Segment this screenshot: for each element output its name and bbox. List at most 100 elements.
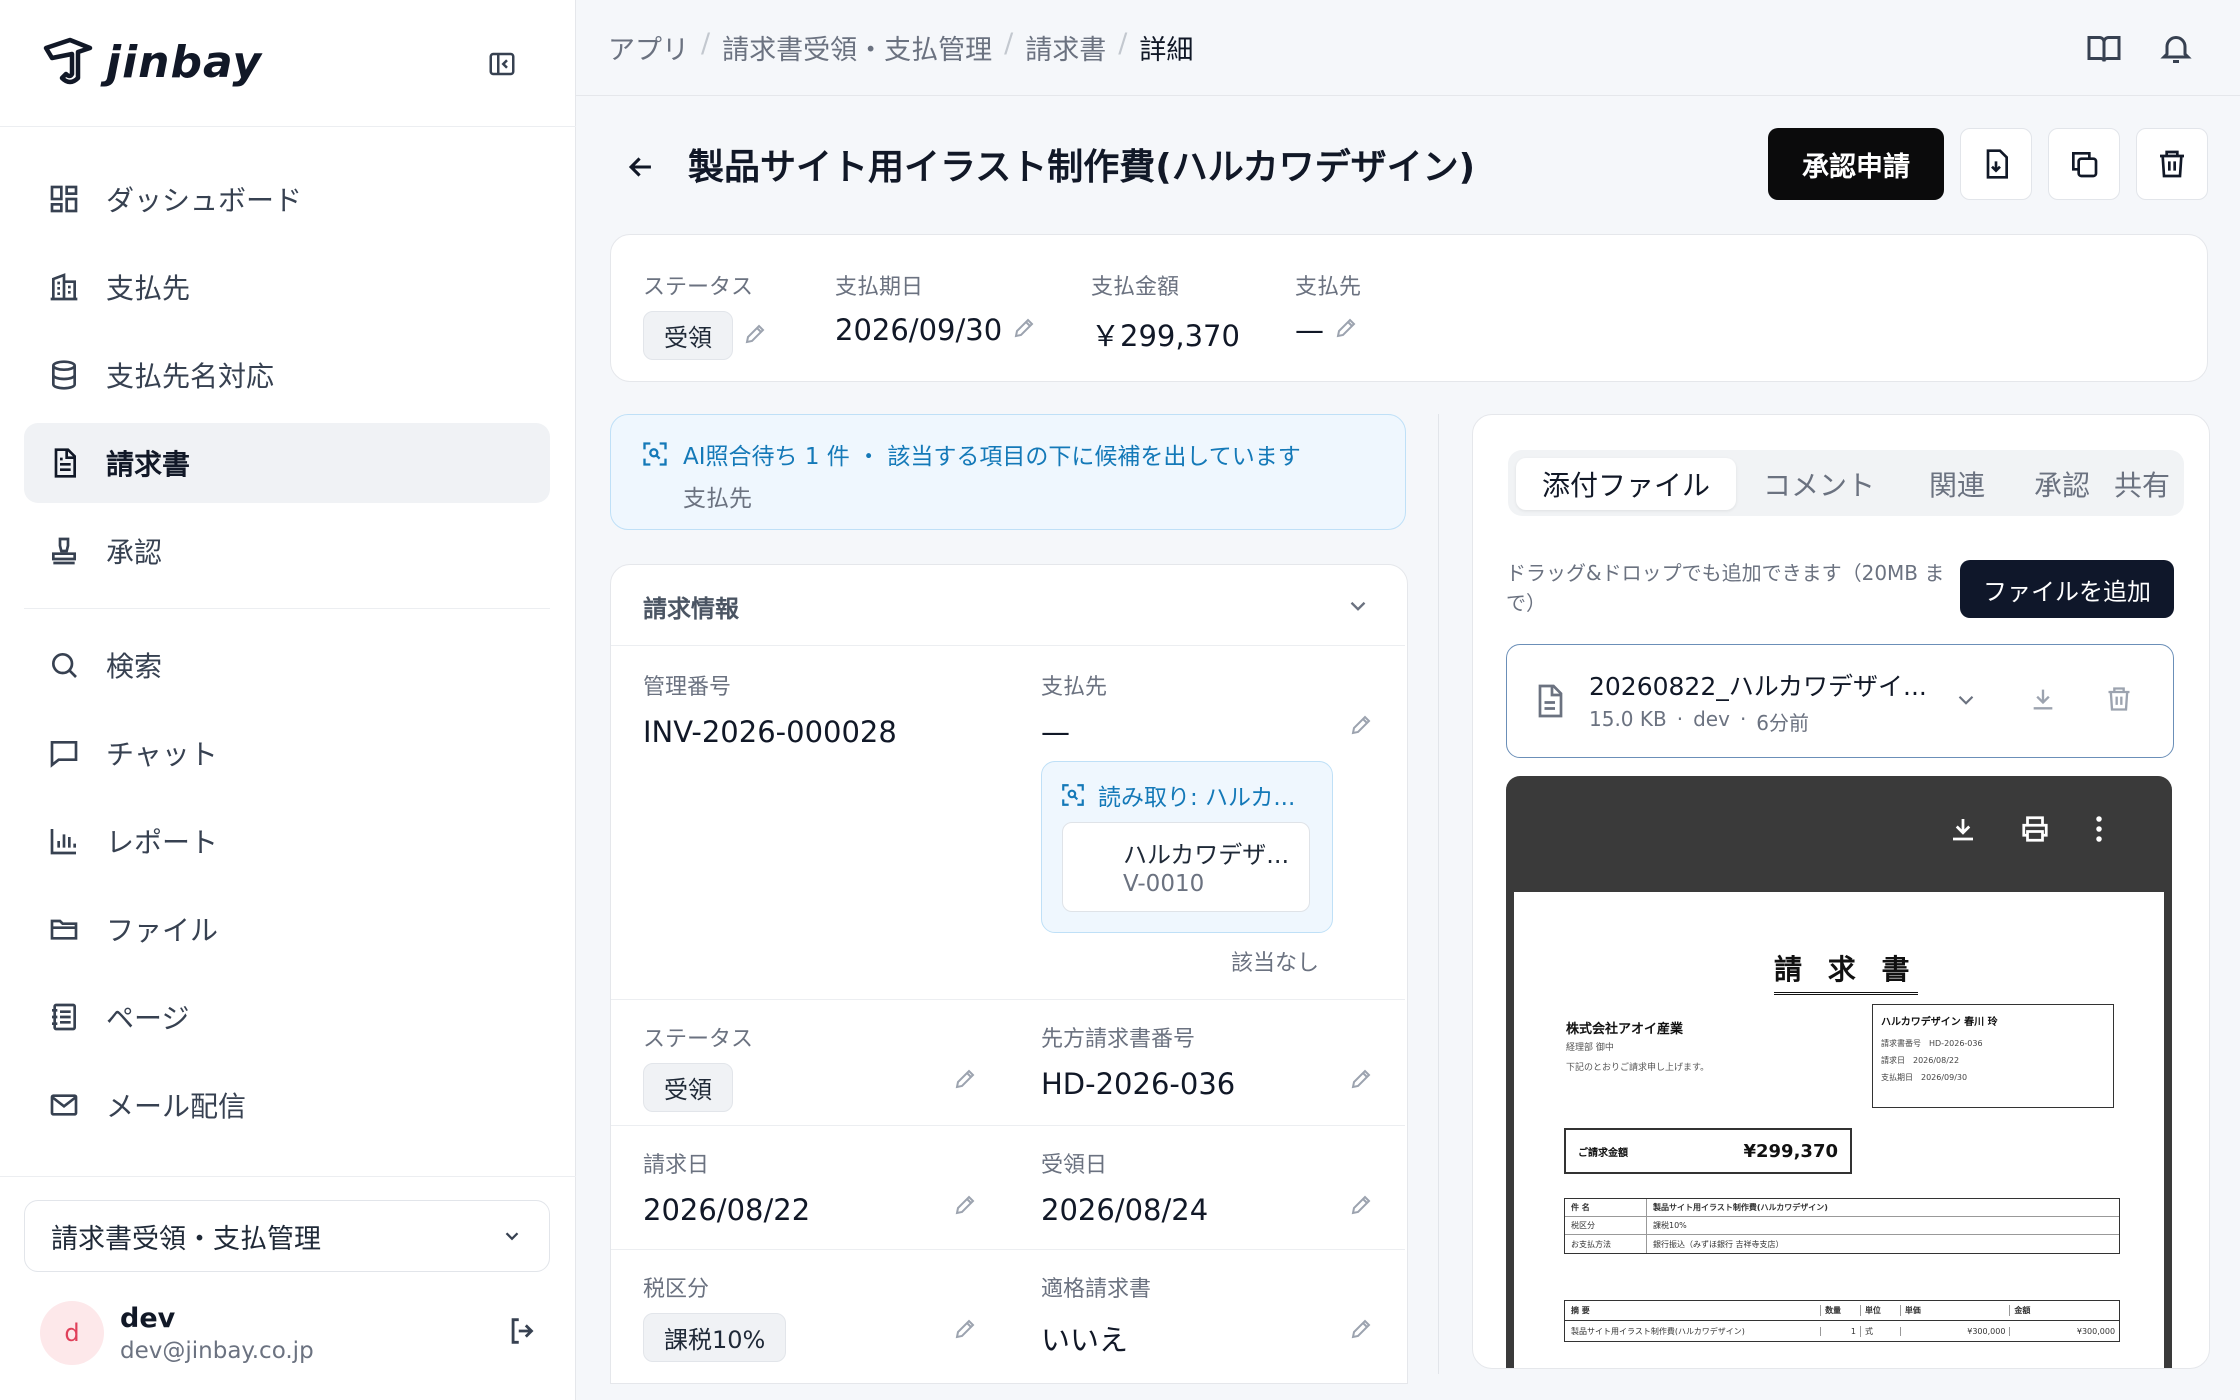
edit-tax-button[interactable]: [953, 1317, 977, 1345]
page-title: 製品サイト用イラスト制作費(ハルカワデザイン): [688, 147, 1476, 188]
pdf-more-button[interactable]: [2092, 814, 2106, 848]
invoice-date-value: 2026/08/22: [643, 1193, 811, 1227]
workspace-select[interactable]: 請求書受領・支払管理: [24, 1200, 550, 1272]
brand-name: jinbay: [106, 36, 263, 88]
candidate-option[interactable]: ハルカワデザ... V-0010: [1062, 822, 1310, 912]
back-button[interactable]: [624, 150, 658, 188]
edit-invoice-date-button[interactable]: [953, 1193, 977, 1221]
bell-icon: [2160, 36, 2192, 63]
tab-comments[interactable]: コメント: [1744, 458, 1894, 510]
tab-related[interactable]: 関連: [1902, 458, 2012, 510]
topbar: アプリ / 請求書受領・支払管理 / 請求書 / 詳細: [576, 0, 2240, 96]
breadcrumb-item-workspace[interactable]: 請求書受領・支払管理: [722, 28, 992, 67]
download-file-button[interactable]: [2029, 685, 2057, 717]
candidate-name: ハルカワデザ...: [1123, 841, 1290, 869]
edit-vendor-invoice-no-button[interactable]: [1349, 1067, 1373, 1095]
pdf-doc-title: 請 求 書: [1774, 948, 1918, 995]
submit-approval-button[interactable]: 承認申請: [1768, 128, 1944, 200]
edit-received-date-button[interactable]: [1349, 1193, 1373, 1221]
divider: [611, 1249, 1405, 1250]
edit-payee-button[interactable]: [1334, 316, 1358, 344]
sidebar-item-files[interactable]: ファイル: [24, 889, 550, 969]
sidebar-item-invoices[interactable]: 請求書: [24, 423, 550, 503]
ai-banner-field[interactable]: 支払先: [683, 479, 752, 513]
tab-attachments[interactable]: 添付ファイル: [1516, 458, 1736, 510]
collapse-section-button[interactable]: [1345, 593, 1371, 623]
breadcrumb-item-apps[interactable]: アプリ: [608, 28, 689, 67]
pencil-icon: [1351, 1195, 1371, 1215]
status-label: ステータス: [643, 1027, 754, 1052]
summary-card: ステータス 受領 支払期日 2026/09/30 支払金額 ￥299,370 支…: [610, 234, 2208, 382]
logo[interactable]: jinbay: [40, 30, 520, 94]
user-profile: d dev dev@jinbay.co.jp: [40, 1298, 550, 1368]
breadcrumb-item-invoices[interactable]: 請求書: [1025, 28, 1106, 67]
pdf-meta: 請求書番号 HD-2026-036 請求日 2026/08/22 支払期日 20…: [1881, 1039, 1983, 1082]
more-vertical-icon: [2096, 816, 2102, 842]
status-badge: 受領: [643, 1063, 733, 1112]
edit-payee-field-button[interactable]: [1349, 713, 1373, 741]
notifications-button[interactable]: [2158, 30, 2194, 66]
pdf-page: 請 求 書 株式会社アオイ産業 経理部 御中 下記のとおりご請求申し上げます。 …: [1514, 892, 2164, 1368]
sidebar-divider: [24, 608, 550, 609]
sidebar-item-reports[interactable]: レポート: [24, 801, 550, 881]
payee-field-value: —: [1041, 715, 1070, 749]
delete-button[interactable]: [2136, 128, 2208, 200]
file-icon: [1538, 684, 1563, 718]
pdf-from-company: ハルカワデザイン 春川 玲: [1881, 1017, 1998, 1028]
vendor-invoice-no-value: HD-2026-036: [1041, 1067, 1236, 1101]
sidebar-item-payees[interactable]: 支払先: [24, 247, 550, 327]
attachment-tabs: 添付ファイル コメント 関連 承認 共有: [1508, 450, 2184, 516]
invoice-info-card: 請求情報 管理番号 INV-2026-000028 支払先 — 読み取り: ハル…: [610, 564, 1408, 1384]
attachment-item[interactable]: 20260822_ハルカワデザイ... 15.0 KB · dev · 6分前: [1506, 644, 2174, 758]
delete-file-button[interactable]: [2105, 685, 2133, 717]
chevron-down-icon: [505, 1232, 519, 1241]
divider: [611, 645, 1405, 646]
no-match-button[interactable]: 該当なし: [1231, 945, 1319, 977]
collapse-sidebar-button[interactable]: [484, 46, 520, 82]
tab-approvals[interactable]: 承認: [2012, 458, 2112, 510]
pencil-icon: [1014, 318, 1034, 338]
sidebar-item-mail[interactable]: メール配信: [24, 1065, 550, 1145]
duplicate-button[interactable]: [2048, 128, 2120, 200]
expand-file-button[interactable]: [1953, 687, 1979, 717]
file-name: 20260822_ハルカワデザイ...: [1589, 672, 1927, 701]
ocr-label: 読み取り: ハルカ...: [1098, 785, 1296, 811]
add-file-button[interactable]: ファイルを追加: [1960, 560, 2174, 618]
sidebar-item-label: ダッシュボード: [106, 184, 303, 217]
scan-search-icon: [643, 442, 667, 466]
pencil-icon: [955, 1319, 975, 1339]
edit-due-date-button[interactable]: [1012, 316, 1036, 344]
edit-status-field-button[interactable]: [953, 1067, 977, 1095]
pdf-info-table: 件 名製品サイト用イラスト制作費(ハルカワデザイン) 税区分 課税10% お支払方…: [1564, 1198, 2120, 1254]
sidebar-item-label: チャット: [106, 738, 218, 771]
sidebar-collapse-icon: [489, 52, 515, 76]
sidebar-item-approvals[interactable]: 承認: [24, 511, 550, 591]
pdf-print-button[interactable]: [2018, 814, 2052, 848]
edit-status-button[interactable]: [743, 322, 767, 350]
pdf-total-value: ¥299,370: [1743, 1140, 1838, 1162]
chevron-down-icon: [1958, 695, 1974, 705]
mail-icon: [50, 1094, 78, 1116]
sidebar-item-pages[interactable]: ページ: [24, 977, 550, 1057]
sidebar-item-dashboard[interactable]: ダッシュボード: [24, 159, 550, 239]
tax-badge: 課税10%: [643, 1313, 787, 1362]
vendor-invoice-no-label: 先方請求書番号: [1041, 1027, 1196, 1052]
docs-button[interactable]: [2086, 30, 2122, 66]
book-icon: [2087, 36, 2121, 62]
sidebar-item-search[interactable]: 検索: [24, 625, 550, 705]
avatar[interactable]: d: [40, 1301, 104, 1365]
sidebar-item-label: 請求書: [106, 448, 191, 481]
sidebar-divider: [0, 1176, 576, 1177]
edit-qualified-invoice-button[interactable]: [1349, 1317, 1373, 1345]
summary-status-label: ステータス: [643, 275, 754, 300]
download-button[interactable]: [1960, 128, 2032, 200]
sidebar-item-payee-mapping[interactable]: 支払先名対応: [24, 335, 550, 415]
sidebar-item-label: ページ: [106, 1002, 190, 1035]
pencil-icon: [745, 324, 765, 343]
tab-share[interactable]: 共有: [2114, 458, 2184, 510]
pdf-download-button[interactable]: [1948, 814, 1978, 848]
sidebar-item-chat[interactable]: チャット: [24, 713, 550, 793]
logout-button[interactable]: [506, 1314, 540, 1352]
file-size: 15.0 KB: [1589, 707, 1667, 731]
divider: [611, 999, 1405, 1000]
